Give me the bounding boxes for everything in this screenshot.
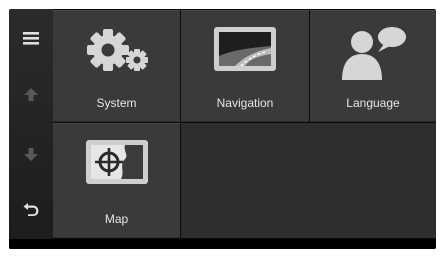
road-icon — [214, 27, 276, 71]
speaker-icon — [342, 27, 406, 80]
tile-language[interactable]: Language — [310, 10, 436, 122]
tile-system[interactable]: System — [53, 10, 180, 122]
scroll-up-button[interactable] — [9, 71, 53, 117]
gears-icon — [86, 29, 148, 71]
bottom-bar — [9, 239, 436, 249]
arrow-up-icon — [24, 88, 38, 101]
menu-button[interactable] — [9, 15, 53, 61]
map-target-icon — [85, 140, 148, 184]
back-icon — [23, 203, 39, 216]
menu-icon — [23, 32, 39, 45]
device-screen: System Navigation Language Map — [9, 9, 436, 249]
tile-map-label: Map — [104, 212, 129, 226]
tile-navigation-label: Navigation — [216, 96, 274, 110]
back-button[interactable] — [9, 185, 53, 231]
empty-area — [181, 123, 436, 238]
sidebar — [9, 9, 53, 249]
tile-system-label: System — [96, 96, 137, 110]
tile-map[interactable]: Map — [53, 123, 180, 238]
tile-language-label: Language — [346, 96, 400, 110]
arrow-down-icon — [24, 148, 38, 161]
scroll-down-button[interactable] — [9, 132, 53, 178]
tile-navigation[interactable]: Navigation — [181, 10, 309, 122]
